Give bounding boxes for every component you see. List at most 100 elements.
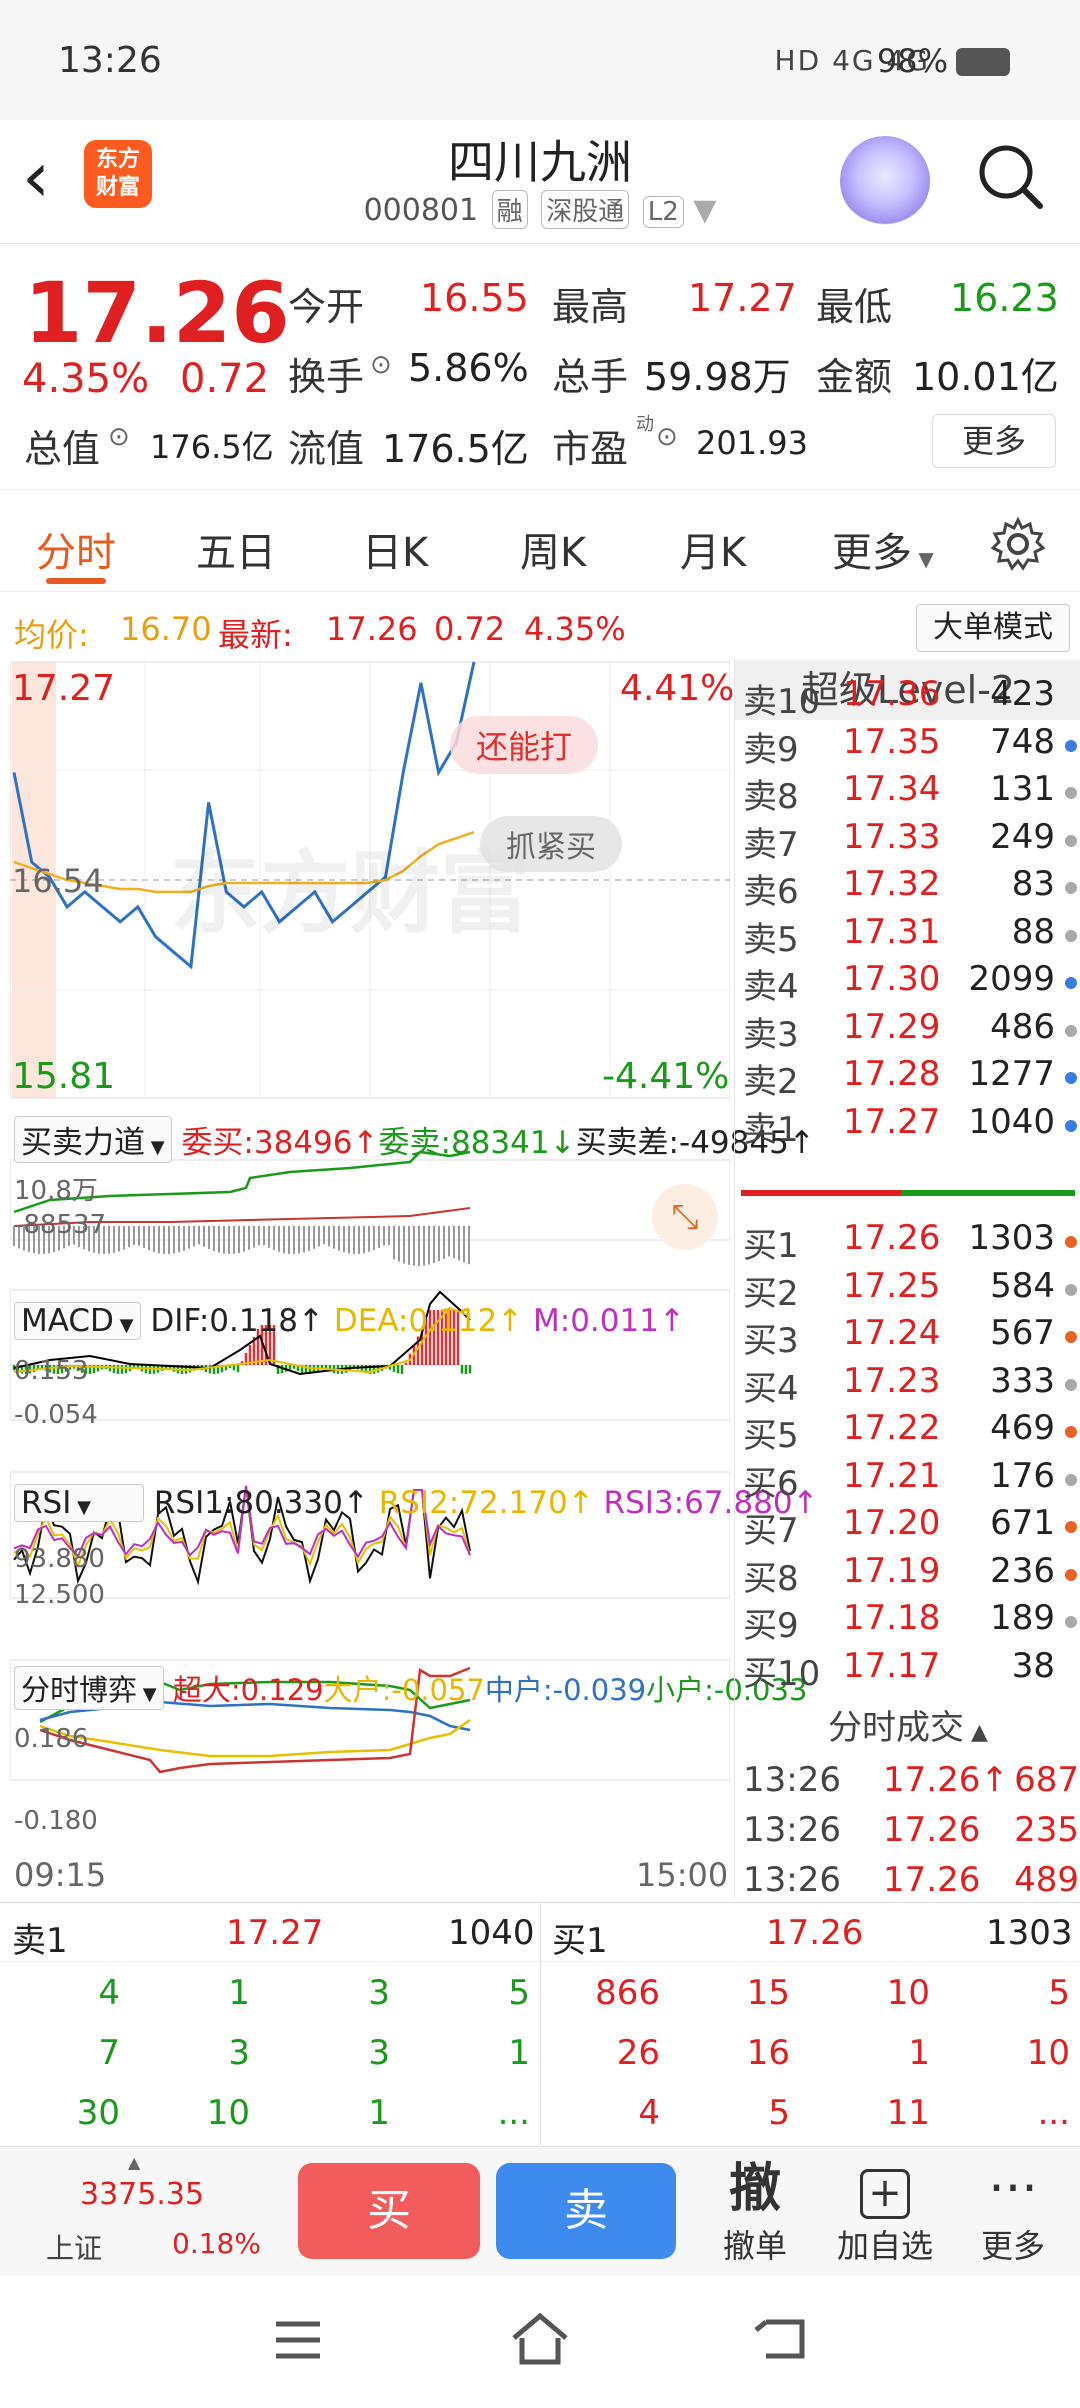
more-quote-button[interactable]: 更多 [932, 414, 1056, 468]
ask-row: 卖8 17.34 131 [743, 769, 1079, 817]
index-name[interactable]: 上证 [46, 2227, 102, 2267]
bid-volume: 38 [1011, 1645, 1055, 1686]
indicator-game-name: 分时博弈 [21, 1673, 138, 1707]
bid-level-label: 买1 [743, 1226, 799, 1266]
tab-intraday[interactable]: 分时 [36, 520, 116, 578]
queue-ask-cell: 7 [98, 2033, 120, 2073]
info-icon[interactable]: ⊙ [108, 422, 130, 452]
ask-row: 卖4 17.30 2099 [743, 959, 1079, 1007]
order-dot-icon [1065, 1072, 1077, 1084]
latest-change: 0.72 [434, 610, 506, 648]
order-dot-icon [1065, 834, 1077, 847]
info-icon[interactable]: ⊙ [370, 350, 392, 380]
home-icon[interactable] [508, 2308, 572, 2368]
tag-margin: 融 [491, 190, 528, 229]
queue-ask-cell: 3 [368, 2033, 390, 2073]
indicator-game-header: 分时博弈 ▼ 超大:0.129大户:-0.057中户:-0.039小户:-0.0… [14, 1666, 807, 1710]
indicator-game-select[interactable]: 分时博弈 ▼ [14, 1666, 164, 1710]
ask-level-label: 卖1 [743, 1109, 799, 1150]
indicator-rsi-header: RSI ▼ RSI1:80.330↑ RSI2:72.170↑ RSI3:67.… [14, 1484, 819, 1522]
bid-label: 委买: [181, 1125, 254, 1161]
queue-bid-cell: 11 [886, 2093, 930, 2133]
super-large-value: 超大:0.129 [172, 1673, 324, 1707]
popup-keep-buying[interactable]: 还能打 [450, 716, 599, 774]
stock-header: ‹ 东方 财富 四川九洲 000801 融 深股通 L2 ▼ [0, 120, 1080, 244]
indicator-rsi-select[interactable]: RSI ▼ [14, 1484, 144, 1522]
bid-price: 17.17 [843, 1645, 941, 1686]
ask-level-label: 卖3 [743, 1014, 799, 1055]
ind2-y-bottom: -0.054 [14, 1400, 98, 1430]
order-dot-icon [1065, 1568, 1077, 1581]
queue-bid-cell: 5 [1048, 1973, 1070, 2013]
bid-volume: 567 [990, 1313, 1055, 1353]
bid-price: 17.21 [843, 1455, 941, 1496]
sell-button[interactable]: 卖 [496, 2163, 676, 2259]
ask-volume: 249 [990, 816, 1055, 857]
search-icon[interactable] [976, 142, 1046, 212]
tab-monthly-k[interactable]: 月K [680, 520, 746, 578]
queue-bid1-vol: 1303 [986, 1913, 1073, 1953]
ask-price: 17.31 [843, 911, 941, 952]
bid-row: 买7 17.20 671 [743, 1503, 1079, 1551]
cancel-label: 撤单 [722, 2227, 787, 2265]
bid-volume: 671 [990, 1503, 1055, 1543]
intraday-chart-area[interactable]: 17.27 16.54 15.81 4.41% -4.41% 东方财富 还能打 … [10, 660, 819, 1900]
y-axis-top: 17.27 [12, 668, 116, 709]
ask-level-label: 卖8 [743, 777, 799, 817]
bid-price: 17.24 [843, 1313, 941, 1353]
expand-icon[interactable]: ⤡ [652, 1184, 718, 1250]
trades-title[interactable]: 分时成交 ▲ [735, 1700, 1080, 1749]
tab-weekly-k[interactable]: 周K [520, 520, 586, 578]
ask-level-label: 卖4 [743, 967, 799, 1007]
bid-price: 17.23 [843, 1360, 941, 1401]
add-watchlist-button[interactable]: + 加自选 [830, 2157, 940, 2267]
ask-value: 88341 [450, 1125, 550, 1161]
indicator-power-select[interactable]: 买卖力道 ▼ [14, 1116, 172, 1163]
tab-daily-k[interactable]: 日K [362, 520, 428, 578]
ask-volume: 1040 [968, 1101, 1055, 1142]
time-axis-end: 15:00 [636, 1856, 729, 1894]
indicator-macd-select[interactable]: MACD ▼ [14, 1302, 141, 1340]
ask-level-label: 卖2 [743, 1062, 799, 1102]
more-button[interactable]: ··· 更多 [958, 2157, 1068, 2267]
gear-icon[interactable] [990, 516, 1046, 572]
assistant-robot-icon[interactable] [840, 136, 930, 226]
ask-volume: 423 [990, 674, 1055, 714]
level2-panel[interactable]: 超级Level-2 卖10 17.36 423 卖9 17.35 748 卖8 17.34 13… [734, 660, 1080, 1900]
popup-buy-now[interactable]: 抓紧买 [480, 816, 622, 872]
queue-ask-cell: 10 [206, 2093, 250, 2133]
index-value[interactable]: 3375.35 [80, 2177, 204, 2212]
y-axis-bottom: 15.81 [12, 1056, 116, 1097]
change-amount: 0.72 [180, 356, 270, 402]
queue-ask-cell: 3 [228, 2033, 250, 2073]
queue-bid-cell: 16 [746, 2033, 790, 2073]
volume-label: 总手 [552, 355, 629, 399]
cancel-order-button[interactable]: 撤 撤单 [700, 2157, 810, 2267]
indicator-rsi-name: RSI [21, 1485, 72, 1521]
order-dot-icon [1065, 1331, 1077, 1343]
time-axis-start: 09:15 [14, 1856, 107, 1894]
back-nav-icon[interactable] [752, 2312, 812, 2366]
status-time: 13:26 [58, 40, 162, 81]
pe-type: 动 [636, 414, 654, 435]
ind2-y-top: 0.153 [14, 1356, 89, 1386]
info-icon[interactable]: ⊙ [656, 422, 678, 452]
open-label: 今开 [288, 285, 365, 329]
order-dot-icon [1065, 739, 1077, 752]
bid-value: 38496 [253, 1125, 353, 1161]
trade-time: 13:26 [743, 1860, 841, 1900]
pe-value: 201.93 [696, 424, 808, 462]
tab-five-day[interactable]: 五日 [196, 520, 276, 578]
buy-button[interactable]: 买 [298, 2163, 480, 2259]
queue-bid1-price: 17.26 [766, 1913, 864, 1953]
ind4-y-top: 0.186 [14, 1724, 89, 1754]
chevron-down-icon[interactable]: ▼ [693, 193, 716, 228]
big-order-mode-button[interactable]: 大单模式 [916, 604, 1070, 652]
ask-row: 卖6 17.32 83 [743, 864, 1079, 912]
tab-more[interactable]: 更多 ▼ [832, 520, 934, 578]
menu-icon[interactable] [270, 2316, 326, 2366]
add-watchlist-label: 加自选 [836, 2227, 933, 2265]
index-pct[interactable]: 0.18% [172, 2227, 261, 2260]
cancel-icon: 撤 [728, 2159, 781, 2219]
ask-row: 卖2 17.28 1277 [743, 1054, 1079, 1102]
